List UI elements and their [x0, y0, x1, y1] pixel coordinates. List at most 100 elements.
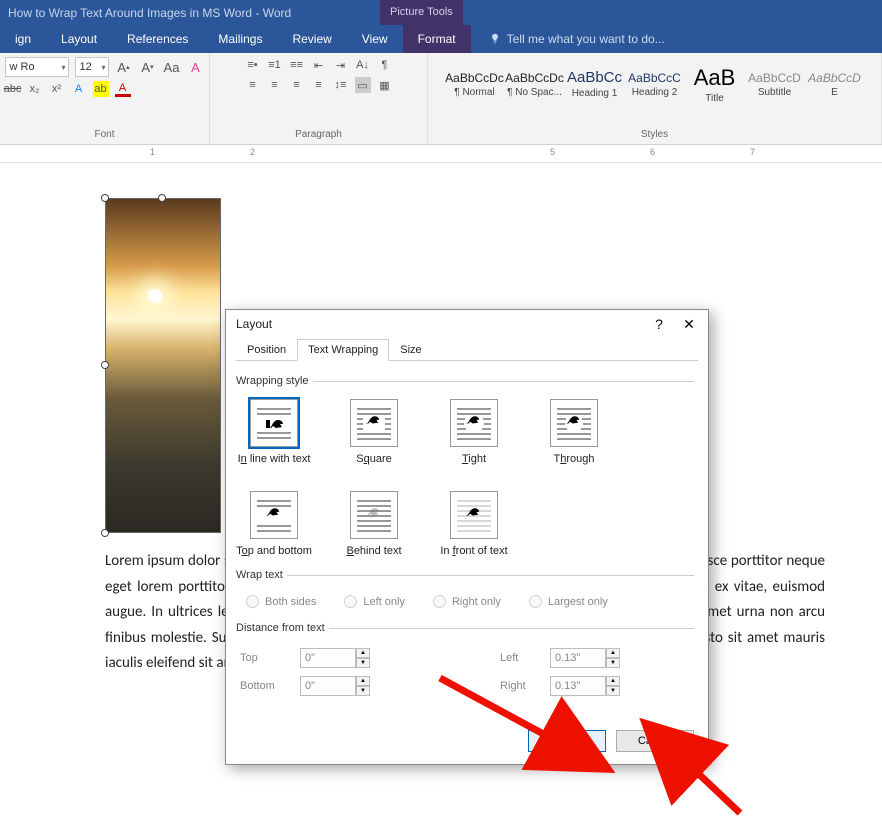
radio-right-only[interactable]: Right only: [433, 595, 501, 608]
ribbon-group-font: w Ro 12 A▴ A▾ Aa A abc x₂ x² A ab A Font: [0, 53, 210, 144]
strikethrough-icon[interactable]: abc: [5, 81, 21, 97]
justify-icon[interactable]: ≡: [311, 77, 327, 93]
wrap-tight[interactable]: Tight: [442, 399, 506, 465]
style-emphasis[interactable]: AaBbCcDE: [805, 57, 865, 111]
ribbon: w Ro 12 A▴ A▾ Aa A abc x₂ x² A ab A Font…: [0, 53, 882, 145]
distance-legend: Distance from text: [236, 622, 329, 634]
style-heading2[interactable]: AaBbCcCHeading 2: [625, 57, 685, 111]
multilevel-list-icon[interactable]: ≡≡: [289, 57, 305, 73]
style-no-spacing[interactable]: AaBbCcDc¶ No Spac...: [505, 57, 565, 111]
align-right-icon[interactable]: ≡: [289, 77, 305, 93]
grow-font-icon[interactable]: A▴: [115, 58, 133, 76]
decrease-indent-icon[interactable]: ⇤: [311, 57, 327, 73]
tab-references[interactable]: References: [112, 25, 203, 53]
lightbulb-icon: [489, 33, 501, 45]
tab-text-wrapping[interactable]: Text Wrapping: [297, 339, 389, 361]
align-left-icon[interactable]: ≡: [245, 77, 261, 93]
tell-me-search[interactable]: Tell me what you want to do...: [489, 32, 665, 46]
sort-icon[interactable]: A↓: [355, 57, 371, 73]
bullets-icon[interactable]: ≡•: [245, 57, 261, 73]
cancel-button[interactable]: Cancel: [616, 730, 694, 752]
style-title[interactable]: AaBTitle: [685, 57, 745, 111]
style-normal[interactable]: AaBbCcDc¶ Normal: [445, 57, 505, 111]
shrink-font-icon[interactable]: A▾: [139, 58, 157, 76]
selection-handle[interactable]: [158, 194, 166, 202]
font-size-combo[interactable]: 12: [75, 57, 109, 77]
wrap-square-icon: [350, 399, 398, 447]
wrap-behind-icon: [350, 491, 398, 539]
tab-mailings[interactable]: Mailings: [203, 25, 277, 53]
ok-button[interactable]: OK: [528, 730, 606, 752]
tab-view[interactable]: View: [347, 25, 403, 53]
borders-icon[interactable]: ▦: [377, 77, 393, 93]
style-heading1[interactable]: AaBbCcHeading 1: [565, 57, 625, 111]
tab-position[interactable]: Position: [236, 339, 297, 361]
tab-format[interactable]: Format: [403, 25, 471, 53]
wrap-behind[interactable]: Behind text: [342, 491, 406, 557]
sunset-photo: [106, 199, 220, 532]
font-color-icon[interactable]: A: [115, 81, 131, 97]
font-name-combo[interactable]: w Ro: [5, 57, 69, 77]
tab-design[interactable]: ign: [0, 25, 46, 53]
dialog-titlebar[interactable]: Layout ? ✕: [226, 310, 708, 338]
distance-bottom-input[interactable]: ▲▼: [300, 676, 380, 696]
clear-formatting-icon[interactable]: A: [187, 58, 205, 76]
tab-review[interactable]: Review: [277, 25, 346, 53]
wrap-front-icon: [450, 491, 498, 539]
layout-dialog: Layout ? ✕ Position Text Wrapping Size W…: [225, 309, 709, 765]
align-center-icon[interactable]: ≡: [267, 77, 283, 93]
numbering-icon[interactable]: ≡1: [267, 57, 283, 73]
radio-both-sides[interactable]: Both sides: [246, 595, 316, 608]
highlight-icon[interactable]: ab: [93, 81, 109, 97]
change-case-icon[interactable]: Aa: [163, 58, 181, 76]
distance-group: Distance from text Top ▲▼ Left ▲▼ Bottom…: [240, 622, 694, 700]
wrapping-style-legend: Wrapping style: [236, 375, 313, 387]
subscript-icon[interactable]: x₂: [27, 81, 43, 97]
picture-tools-label: Picture Tools: [380, 0, 463, 25]
superscript-icon[interactable]: x²: [49, 81, 65, 97]
close-button[interactable]: ✕: [676, 313, 702, 335]
wrap-top-bottom-icon: [250, 491, 298, 539]
font-group-label: Font: [94, 129, 114, 142]
distance-right-input[interactable]: ▲▼: [550, 676, 630, 696]
horizontal-ruler[interactable]: 1 2 5 6 7: [0, 145, 882, 163]
wrap-through[interactable]: Through: [542, 399, 606, 465]
selection-handle[interactable]: [101, 361, 109, 369]
show-marks-icon[interactable]: ¶: [377, 57, 393, 73]
wrap-tight-icon: [450, 399, 498, 447]
window-title: How to Wrap Text Around Images in MS Wor…: [8, 6, 291, 20]
ribbon-group-styles: AaBbCcDc¶ Normal AaBbCcDc¶ No Spac... Aa…: [428, 53, 882, 144]
selection-handle[interactable]: [101, 529, 109, 537]
dialog-title: Layout: [236, 317, 272, 331]
shading-icon[interactable]: ▭: [355, 77, 371, 93]
radio-largest-only[interactable]: Largest only: [529, 595, 608, 608]
wrap-inline-icon: [250, 399, 298, 447]
ribbon-tabs: ign Layout References Mailings Review Vi…: [0, 25, 882, 53]
document-area: Lorem ipsum dolor sit amet, consectetur …: [0, 163, 882, 716]
line-spacing-icon[interactable]: ↕≡: [333, 77, 349, 93]
distance-top-input[interactable]: ▲▼: [300, 648, 380, 668]
wrap-through-icon: [550, 399, 598, 447]
wrap-front[interactable]: In front of text: [442, 491, 506, 557]
distance-top-label: Top: [240, 652, 300, 664]
selection-handle[interactable]: [101, 194, 109, 202]
tab-size[interactable]: Size: [389, 339, 432, 361]
distance-left-label: Left: [500, 652, 550, 664]
increase-indent-icon[interactable]: ⇥: [333, 57, 349, 73]
distance-bottom-label: Bottom: [240, 680, 300, 692]
tell-me-text: Tell me what you want to do...: [507, 32, 665, 46]
text-effects-icon[interactable]: A: [71, 81, 87, 97]
distance-left-input[interactable]: ▲▼: [550, 648, 630, 668]
wrap-inline[interactable]: In line with text: [242, 399, 306, 465]
wrap-text-group: Wrap text Both sides Left only Right onl…: [240, 569, 694, 616]
style-subtitle[interactable]: AaBbCcDSubtitle: [745, 57, 805, 111]
wrap-top-bottom[interactable]: Top and bottom: [242, 491, 306, 557]
tab-layout[interactable]: Layout: [46, 25, 112, 53]
inserted-image[interactable]: [105, 198, 221, 533]
wrap-text-legend: Wrap text: [236, 569, 287, 581]
distance-right-label: Right: [500, 680, 550, 692]
wrap-square[interactable]: Square: [342, 399, 406, 465]
help-button[interactable]: ?: [646, 313, 672, 335]
styles-gallery[interactable]: AaBbCcDc¶ Normal AaBbCcDc¶ No Spac... Aa…: [445, 57, 865, 111]
radio-left-only[interactable]: Left only: [344, 595, 405, 608]
